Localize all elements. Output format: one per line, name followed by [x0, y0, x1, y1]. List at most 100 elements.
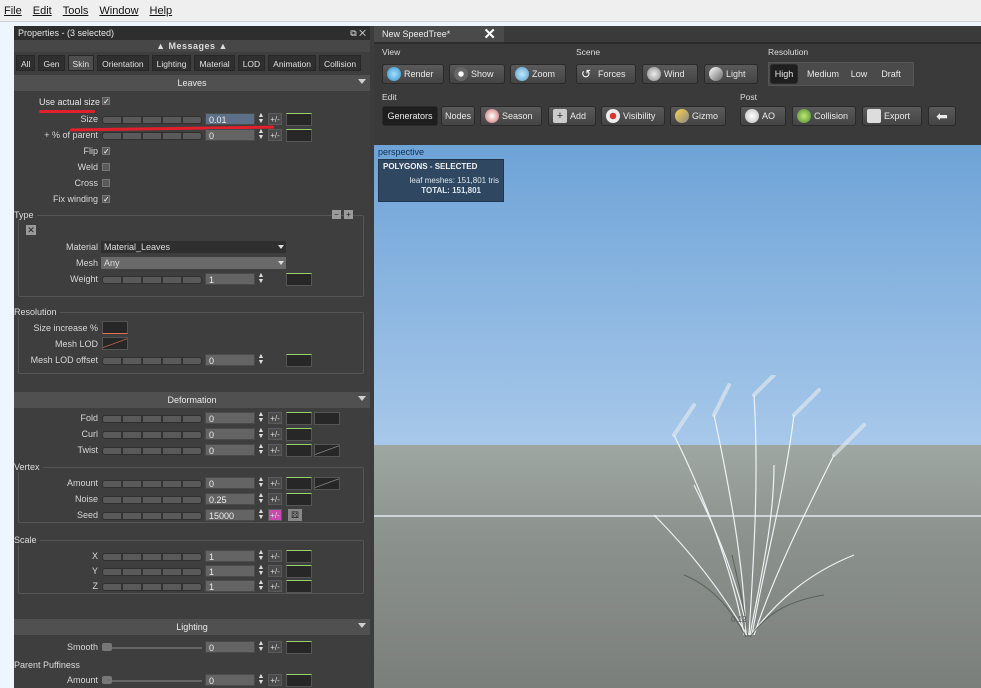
scale-x-spinner[interactable]: ▲ ▼	[257, 549, 265, 562]
menu-edit[interactable]: Edit	[33, 5, 52, 17]
material-dropdown[interactable]: Material_Leaves	[101, 241, 286, 253]
scale-y-plusminus[interactable]: +/-	[268, 565, 282, 577]
tab-animation[interactable]: Animation	[268, 55, 316, 71]
mesh-lod-offset-curve[interactable]	[286, 354, 312, 367]
leaves-section-header[interactable]: Leaves	[14, 75, 370, 91]
twist-spinner[interactable]: ▲ ▼	[257, 443, 265, 456]
dice-icon[interactable]: ⚄	[288, 509, 302, 521]
tab-lod[interactable]: LOD	[237, 55, 266, 71]
size-value[interactable]: 0.01	[205, 113, 255, 125]
cross-checkbox[interactable]	[102, 179, 110, 187]
render-button[interactable]: Render	[382, 64, 444, 84]
noise-value[interactable]: 0.25	[205, 493, 255, 505]
scale-z-curve[interactable]	[286, 580, 312, 593]
smooth-value[interactable]: 0	[205, 641, 255, 653]
amount-plusminus[interactable]: +/-	[268, 477, 282, 489]
twist-curve-2[interactable]	[314, 444, 340, 457]
percent-parent-value[interactable]: 0	[205, 129, 255, 141]
mesh-lod-offset-slider[interactable]	[102, 357, 202, 365]
percent-parent-plusminus[interactable]: +/-	[268, 129, 282, 141]
close-tab-icon[interactable]: ✕	[483, 25, 496, 43]
seed-spinner[interactable]: ▲ ▼	[257, 508, 265, 521]
collision-button[interactable]: Collision	[792, 106, 856, 126]
forces-button[interactable]: ↺ Forces	[576, 64, 636, 84]
smooth-slider-knob[interactable]	[102, 643, 112, 651]
scale-y-curve[interactable]	[286, 565, 312, 578]
light-button[interactable]: Light	[704, 64, 758, 84]
mesh-lod-curve[interactable]	[102, 337, 128, 350]
scale-z-value[interactable]: 1	[205, 580, 255, 592]
size-curve[interactable]	[286, 113, 312, 126]
mesh-dropdown[interactable]: Any	[101, 257, 286, 269]
amount-slider[interactable]	[102, 480, 202, 488]
add-type-icon[interactable]: +	[344, 210, 353, 219]
curl-plusminus[interactable]: +/-	[268, 428, 282, 440]
amount-spinner[interactable]: ▲ ▼	[257, 476, 265, 489]
remove-type-icon[interactable]: −	[332, 210, 341, 219]
back-arrow-button[interactable]: ⬅	[928, 106, 956, 126]
generators-button[interactable]: Generators	[382, 106, 438, 126]
size-increase-curve[interactable]	[102, 321, 128, 334]
percent-parent-slider[interactable]	[102, 132, 202, 140]
curl-curve[interactable]	[286, 428, 312, 441]
scale-x-curve[interactable]	[286, 550, 312, 563]
fold-curve[interactable]	[286, 412, 312, 425]
show-button[interactable]: Show	[449, 64, 505, 84]
scale-x-slider[interactable]	[102, 553, 202, 561]
noise-slider[interactable]	[102, 496, 202, 504]
smooth-slider[interactable]	[102, 647, 202, 649]
twist-value[interactable]: 0	[205, 444, 255, 456]
flip-checkbox[interactable]: ✓	[102, 147, 110, 156]
fold-slider[interactable]	[102, 415, 202, 423]
seed-slider[interactable]	[102, 512, 202, 520]
season-button[interactable]: Season	[480, 106, 542, 126]
weight-spinner[interactable]: ▲ ▼	[257, 272, 265, 285]
tab-gen[interactable]: Gen	[38, 55, 65, 71]
fold-spinner[interactable]: ▲ ▼	[257, 411, 265, 424]
amount-curve[interactable]	[286, 477, 312, 490]
mesh-lod-offset-spinner[interactable]: ▲ ▼	[257, 353, 265, 366]
scale-y-slider[interactable]	[102, 568, 202, 576]
seed-plusminus[interactable]: +/-	[268, 509, 282, 521]
fold-value[interactable]: 0	[205, 412, 255, 424]
deformation-section-header[interactable]: Deformation	[14, 392, 370, 408]
noise-curve[interactable]	[286, 493, 312, 506]
menu-file[interactable]: File	[4, 5, 22, 17]
curl-value[interactable]: 0	[205, 428, 255, 440]
tab-all[interactable]: All	[16, 55, 36, 71]
menu-tools[interactable]: Tools	[63, 5, 89, 17]
gizmo-button[interactable]: Gizmo	[670, 106, 726, 126]
curl-slider[interactable]	[102, 431, 202, 439]
scale-z-plusminus[interactable]: +/-	[268, 580, 282, 592]
size-spinner[interactable]: ▲ ▼	[257, 112, 265, 125]
weight-curve[interactable]	[286, 273, 312, 286]
scale-x-value[interactable]: 1	[205, 550, 255, 562]
pp-amount-spinner[interactable]: ▲ ▼	[257, 673, 265, 686]
pp-amount-slider-knob[interactable]	[102, 676, 112, 684]
smooth-spinner[interactable]: ▲ ▼	[257, 640, 265, 653]
menu-window[interactable]: Window	[99, 5, 138, 17]
nodes-button[interactable]: Nodes	[441, 106, 475, 126]
messages-bar[interactable]: ▲ Messages ▲	[14, 40, 370, 52]
tab-lighting[interactable]: Lighting	[151, 55, 192, 71]
scale-y-spinner[interactable]: ▲ ▼	[257, 564, 265, 577]
fold-plusminus[interactable]: +/-	[268, 412, 282, 424]
tab-collision[interactable]: Collision	[318, 55, 362, 71]
smooth-curve[interactable]	[286, 641, 312, 654]
weight-slider[interactable]	[102, 276, 202, 284]
tab-skin[interactable]: Skin	[67, 55, 95, 71]
pp-amount-plusminus[interactable]: +/-	[268, 674, 282, 686]
noise-plusminus[interactable]: +/-	[268, 493, 282, 505]
3d-viewport[interactable]: perspective POLYGONS - SELECTED leaf mes…	[374, 145, 981, 688]
twist-curve[interactable]	[286, 444, 312, 457]
amount-curve-2[interactable]	[314, 477, 340, 490]
add-button[interactable]: + Add	[548, 106, 596, 126]
weight-value[interactable]: 1	[205, 273, 255, 285]
close-type-icon[interactable]: ✕	[26, 225, 36, 235]
fix-winding-checkbox[interactable]: ✓	[102, 195, 110, 204]
lighting-section-header[interactable]: Lighting	[14, 619, 370, 635]
mesh-lod-offset-value[interactable]: 0	[205, 354, 255, 366]
pp-amount-slider[interactable]	[102, 680, 202, 682]
tab-orientation[interactable]: Orientation	[97, 55, 149, 71]
percent-parent-curve[interactable]	[286, 129, 312, 142]
